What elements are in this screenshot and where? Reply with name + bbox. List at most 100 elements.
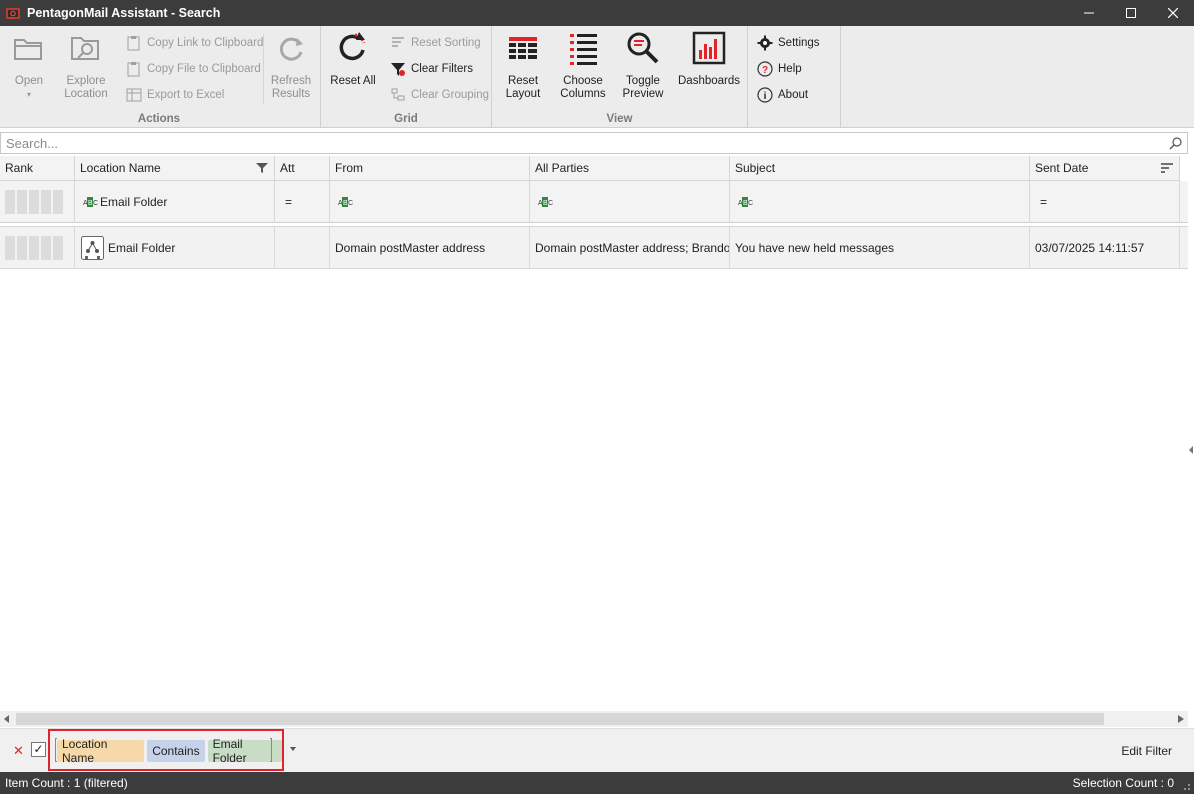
column-header-label: Rank bbox=[5, 161, 34, 175]
filter-operator-chip[interactable]: Contains bbox=[147, 740, 205, 762]
filter-cell-from[interactable]: ABC bbox=[330, 181, 530, 223]
filter-cell-location-name[interactable]: ABC Email Folder bbox=[75, 181, 275, 223]
filter-panel: ✕ ✓ Location Name Contains Email Folder … bbox=[0, 728, 1194, 772]
actions-group-label: Actions bbox=[137, 113, 181, 125]
reset-layout-button[interactable]: Reset Layout bbox=[500, 30, 546, 101]
cell-sent-date: 03/07/2025 14:11:57 bbox=[1030, 227, 1180, 268]
copy-file-button[interactable]: Copy File to Clipboard bbox=[126, 60, 261, 78]
ribbon: Open ▾ Explore Location Copy Link to Cli… bbox=[0, 26, 1194, 128]
text-filter-icon: ABC bbox=[338, 197, 353, 207]
refresh-results-button[interactable]: Refresh Results bbox=[268, 30, 314, 101]
filter-cell-all-parties[interactable]: ABC bbox=[530, 181, 730, 223]
help-button[interactable]: ? Help bbox=[757, 60, 802, 78]
column-header-label: Att bbox=[280, 161, 295, 175]
cell-from: Domain postMaster address bbox=[330, 227, 530, 268]
open-label: Open bbox=[14, 75, 44, 87]
side-panel-handle-icon[interactable] bbox=[1188, 440, 1194, 460]
cell-all-parties: Domain postMaster address; Brando... bbox=[530, 227, 730, 268]
svg-text:C: C bbox=[548, 200, 553, 207]
filter-field-chip[interactable]: Location Name bbox=[57, 737, 145, 765]
all-parties-value: Domain postMaster address; Brando... bbox=[535, 240, 730, 255]
settings-button[interactable]: Settings bbox=[757, 34, 820, 52]
toggle-preview-button[interactable]: Toggle Preview bbox=[620, 30, 666, 101]
filter-expression[interactable]: Location Name Contains Email Folder bbox=[57, 737, 282, 765]
cell-location-name: Email Folder bbox=[75, 227, 275, 268]
column-header-from[interactable]: From bbox=[330, 156, 530, 181]
reset-sorting-button[interactable]: Reset Sorting bbox=[390, 34, 481, 52]
ribbon-group-grid: Reset All Reset Sorting Clear Filters Cl… bbox=[321, 26, 492, 128]
column-header-label: Sent Date bbox=[1035, 161, 1089, 175]
from-value: Domain postMaster address bbox=[335, 240, 486, 255]
dashboards-button[interactable]: Dashboards bbox=[678, 30, 740, 88]
clear-filter-close-icon[interactable]: ✕ bbox=[13, 743, 24, 759]
column-header-all-parties[interactable]: All Parties bbox=[530, 156, 730, 181]
close-button[interactable] bbox=[1152, 0, 1194, 26]
refresh-label-line1: Refresh bbox=[270, 75, 312, 87]
scrollbar-thumb[interactable] bbox=[16, 713, 1104, 725]
horizontal-scrollbar[interactable] bbox=[0, 711, 1188, 727]
column-header-location-name[interactable]: Location Name bbox=[75, 156, 275, 181]
scroll-left-icon[interactable] bbox=[4, 715, 10, 723]
maximize-button[interactable] bbox=[1110, 0, 1152, 26]
svg-text:C: C bbox=[748, 200, 753, 207]
reset-layout-label-line2: Layout bbox=[505, 88, 541, 100]
filter-cell-sent-date[interactable]: = bbox=[1030, 181, 1180, 223]
sort-descending-icon bbox=[1161, 163, 1173, 173]
table-layout-icon bbox=[509, 37, 537, 59]
choose-columns-button[interactable]: Choose Columns bbox=[559, 30, 607, 101]
export-excel-label: Export to Excel bbox=[147, 89, 225, 101]
table-row[interactable]: Email Folder Domain postMaster address D… bbox=[0, 226, 1188, 269]
export-excel-button[interactable]: Export to Excel bbox=[126, 86, 224, 104]
filter-icon[interactable] bbox=[256, 162, 268, 174]
magnifier-preview-icon bbox=[627, 32, 659, 64]
search-bar bbox=[0, 132, 1188, 154]
info-icon: i bbox=[757, 87, 773, 103]
email-folder-icon bbox=[81, 235, 104, 260]
reset-layout-label-line1: Reset bbox=[507, 75, 539, 87]
maximize-icon bbox=[1126, 8, 1136, 18]
copy-link-button[interactable]: Copy Link to Clipboard bbox=[126, 34, 263, 52]
cell-rank bbox=[0, 227, 75, 268]
filter-expression-highlight: Location Name Contains Email Folder bbox=[48, 729, 284, 771]
rank-indicator bbox=[5, 190, 63, 214]
scroll-right-icon[interactable] bbox=[1178, 715, 1184, 723]
export-excel-icon bbox=[126, 88, 142, 102]
view-group-label: View bbox=[606, 113, 633, 125]
sort-icon bbox=[392, 37, 404, 47]
filter-enabled-checkbox[interactable]: ✓ bbox=[31, 742, 46, 757]
copy-link-label: Copy Link to Clipboard bbox=[147, 37, 264, 49]
column-header-att[interactable]: Att bbox=[275, 156, 330, 181]
clear-filters-button[interactable]: Clear Filters bbox=[390, 60, 473, 78]
text-filter-icon: ABC bbox=[83, 197, 98, 207]
column-header-subject[interactable]: Subject bbox=[730, 156, 1030, 181]
bar-chart-icon bbox=[692, 31, 726, 65]
column-header-rank[interactable]: Rank bbox=[0, 156, 75, 181]
bracket-close bbox=[270, 738, 272, 762]
filter-cell-att[interactable]: = bbox=[275, 181, 330, 223]
svg-text:C: C bbox=[348, 200, 353, 207]
gear-icon bbox=[757, 35, 773, 51]
reset-sorting-label: Reset Sorting bbox=[411, 37, 481, 49]
open-button[interactable]: Open ▾ bbox=[8, 30, 50, 101]
toggle-preview-label-line1: Toggle bbox=[626, 75, 660, 87]
reset-all-button[interactable]: Reset All bbox=[329, 30, 377, 88]
explore-location-button[interactable]: Explore Location bbox=[60, 30, 112, 101]
about-button[interactable]: i About bbox=[757, 86, 808, 104]
cell-att bbox=[275, 227, 330, 268]
clear-grouping-button[interactable]: Clear Grouping bbox=[390, 86, 489, 104]
column-header-sent-date[interactable]: Sent Date bbox=[1030, 156, 1180, 181]
search-icon[interactable] bbox=[1169, 136, 1183, 150]
search-input[interactable] bbox=[1, 134, 1161, 152]
minimize-button[interactable] bbox=[1068, 0, 1110, 26]
filter-cell-subject[interactable]: ABC bbox=[730, 181, 1030, 223]
filter-cell-rank bbox=[0, 181, 75, 223]
copy-file-label: Copy File to Clipboard bbox=[147, 63, 261, 75]
resize-grip-icon[interactable] bbox=[1181, 781, 1191, 791]
edit-filter-link[interactable]: Edit Filter bbox=[1121, 744, 1172, 758]
filter-dropdown-icon[interactable] bbox=[290, 747, 296, 751]
equals-operator: = bbox=[1040, 195, 1048, 209]
about-label: About bbox=[778, 89, 809, 101]
close-icon bbox=[1168, 8, 1178, 18]
selection-count: Selection Count : 0 bbox=[1072, 776, 1174, 790]
column-list-icon bbox=[570, 34, 597, 65]
